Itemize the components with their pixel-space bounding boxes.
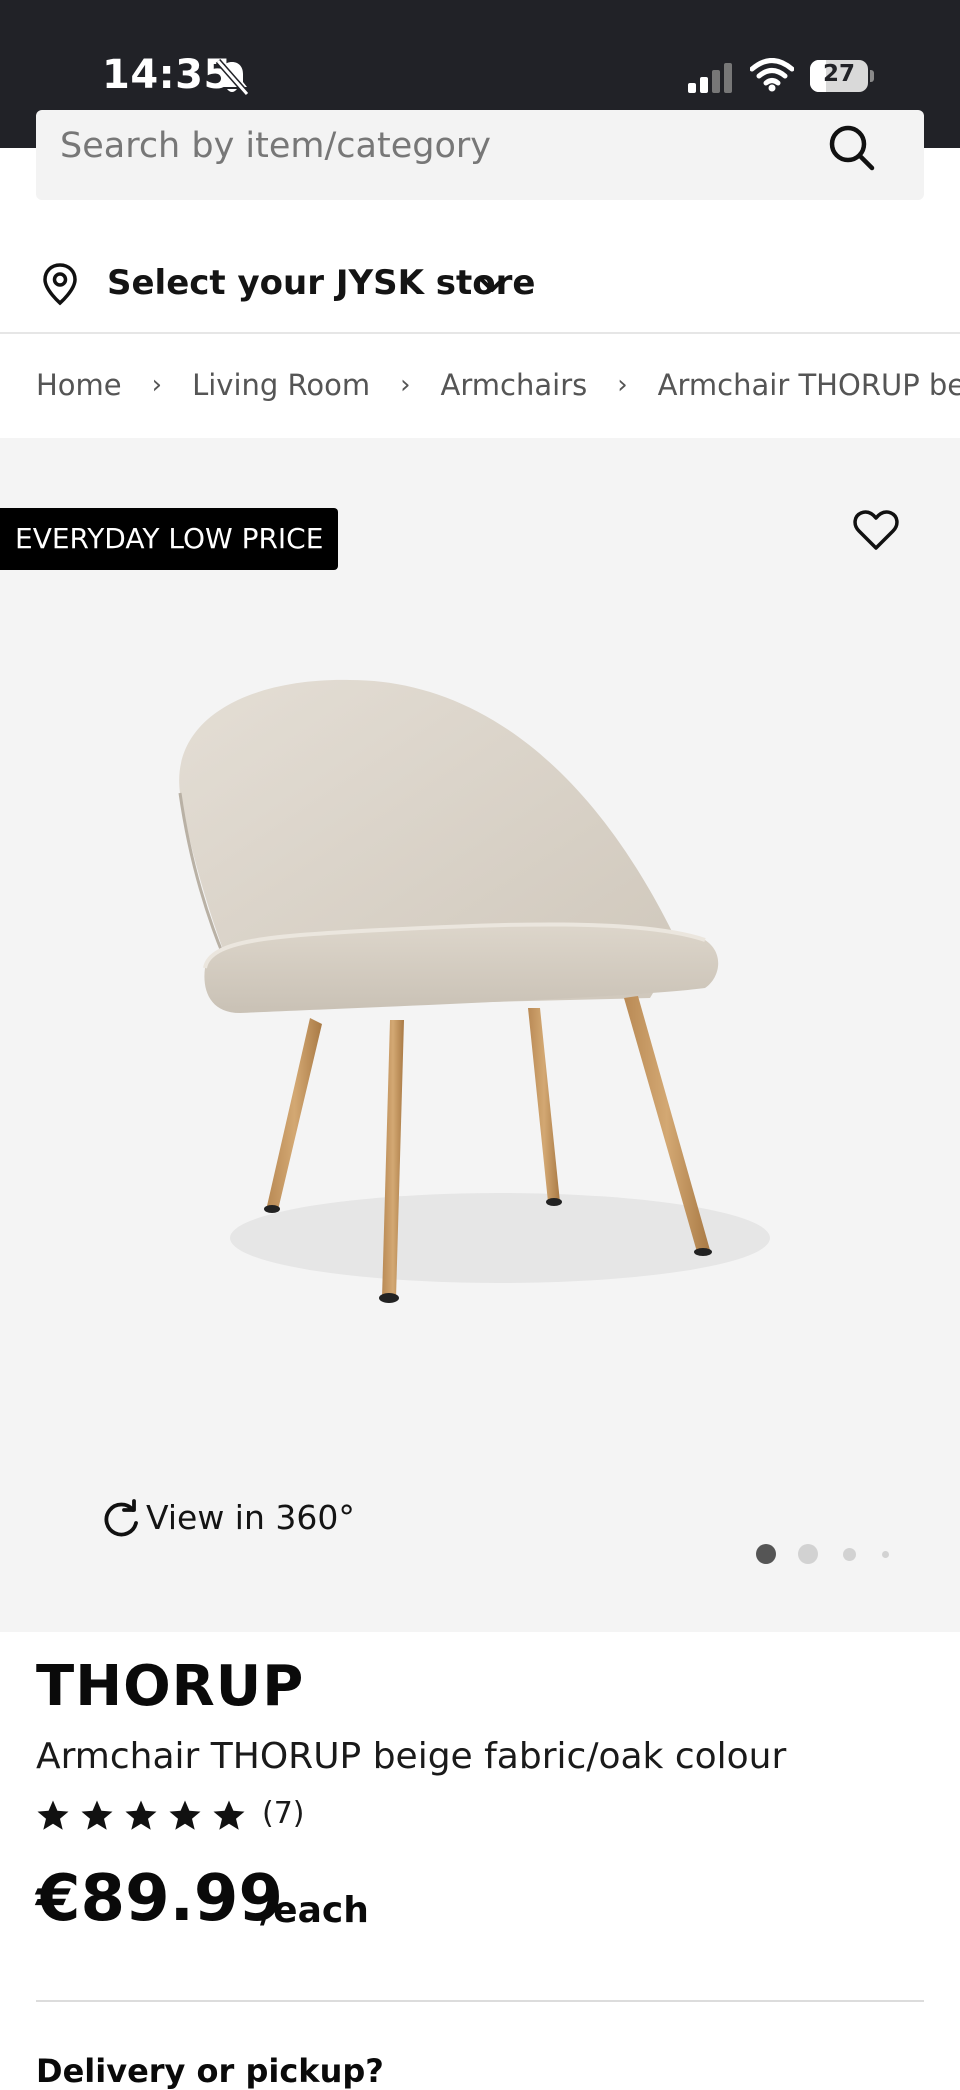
- breadcrumb-separator-icon: ›: [400, 370, 411, 400]
- star-icon: [169, 1800, 201, 1830]
- rating-stars[interactable]: [36, 1798, 256, 1838]
- signal-icon: [688, 63, 732, 93]
- search-icon[interactable]: [824, 122, 880, 178]
- product-gallery[interactable]: EVERYDAY LOW PRICE View in 360°: [0, 438, 960, 1632]
- breadcrumb-armchairs[interactable]: Armchairs: [441, 368, 588, 402]
- bell-slash-icon: [215, 59, 250, 96]
- star-icon: [213, 1800, 245, 1830]
- breadcrumb-current: Armchair THORUP beige fa: [657, 368, 960, 402]
- product-brand: THORUP: [36, 1654, 305, 1719]
- product-price: €89.99: [36, 1862, 283, 1936]
- store-label[interactable]: Select your JYSK store: [107, 263, 535, 303]
- delivery-heading: Delivery or pickup?: [36, 2052, 384, 2090]
- store-selector[interactable]: Select your JYSK store: [0, 248, 960, 334]
- pagination-dot[interactable]: [882, 1551, 889, 1558]
- chevron-down-icon[interactable]: [478, 276, 506, 294]
- star-icon: [125, 1800, 157, 1830]
- pagination-dot[interactable]: [798, 1544, 818, 1564]
- breadcrumb-living-room[interactable]: Living Room: [192, 368, 370, 402]
- star-icon: [81, 1800, 113, 1830]
- pagination-dot[interactable]: [756, 1544, 776, 1564]
- view-360-label[interactable]: View in 360°: [146, 1498, 355, 1537]
- breadcrumb-home[interactable]: Home: [36, 368, 122, 402]
- breadcrumb-separator-icon: ›: [617, 370, 628, 400]
- price-badge: EVERYDAY LOW PRICE: [0, 508, 339, 570]
- star-icon: [37, 1800, 69, 1830]
- battery-icon: 27: [810, 60, 874, 92]
- search-bar[interactable]: Search by item/category: [36, 110, 924, 200]
- breadcrumb: Home › Living Room › Armchairs › Armchai…: [0, 334, 960, 438]
- pagination-dot[interactable]: [843, 1548, 856, 1561]
- breadcrumb-separator-icon: ›: [151, 370, 163, 400]
- review-count[interactable]: (7): [262, 1796, 305, 1831]
- product-title: Armchair THORUP beige fabric/oak colour: [36, 1736, 787, 1777]
- heart-icon[interactable]: [852, 508, 900, 552]
- status-time: 14:35: [102, 52, 232, 98]
- rotate-icon: [104, 1499, 138, 1537]
- divider: [36, 2000, 924, 2002]
- search-input[interactable]: Search by item/category: [60, 126, 491, 166]
- wifi-icon: [750, 58, 794, 92]
- price-unit: /each: [260, 1890, 369, 1931]
- battery-level: 27: [822, 61, 855, 87]
- location-pin-icon: [43, 263, 77, 306]
- product-image[interactable]: [150, 678, 830, 1338]
